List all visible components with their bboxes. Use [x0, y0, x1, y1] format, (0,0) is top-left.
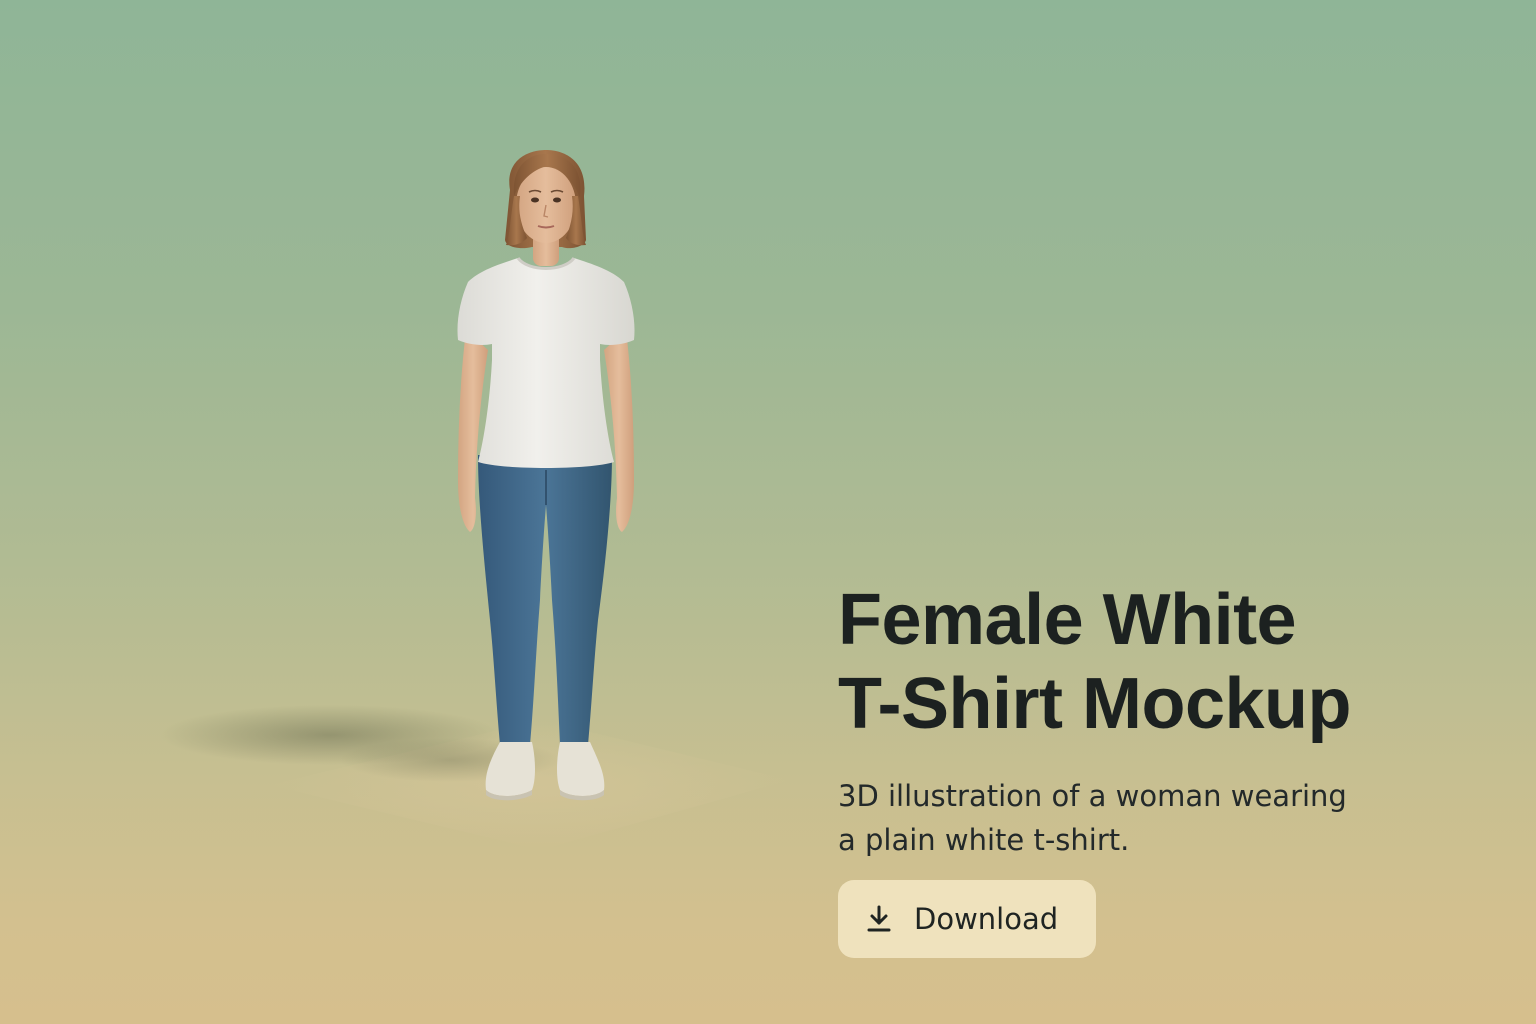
download-label: Download: [914, 902, 1059, 936]
download-button[interactable]: Download: [838, 880, 1096, 958]
mockup-hero: Female White T-Shirt Mockup 3D illustrat…: [0, 0, 1536, 1024]
title-line-2: T-Shirt Mockup: [838, 664, 1352, 744]
jeans: [478, 455, 612, 745]
woman-illustration: [160, 150, 790, 850]
download-icon: [867, 905, 891, 932]
description-line-2: a plain white t-shirt.: [838, 823, 1130, 857]
hero-copy: Female White T-Shirt Mockup 3D illustrat…: [838, 578, 1458, 862]
description: 3D illustration of a woman wearing a pla…: [838, 774, 1458, 862]
description-line-1: 3D illustration of a woman wearing: [838, 779, 1347, 813]
title-line-1: Female White: [838, 580, 1297, 660]
page-title: Female White T-Shirt Mockup: [838, 578, 1458, 746]
